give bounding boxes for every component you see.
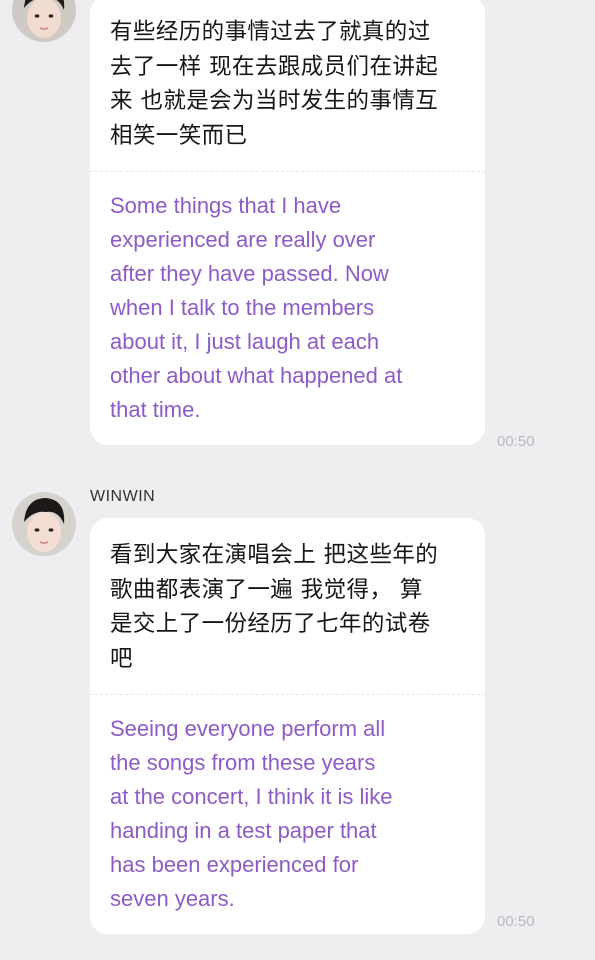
translation-text: Some things that I have experienced are …	[90, 172, 485, 445]
text-line: about it, I just laugh at each	[110, 329, 380, 354]
text-line: 歌曲都表演了一遍 我觉得， 算	[110, 576, 423, 603]
text-line: experienced are really over	[110, 227, 376, 252]
message-bubble[interactable]: 看到大家在演唱会上 把这些年的 歌曲都表演了一遍 我觉得， 算 是交上了一份经历…	[90, 518, 485, 934]
text-line: 吧	[110, 645, 133, 672]
text-line: 来 也就是会为当时发生的事情互	[110, 88, 439, 114]
avatar-photo-icon	[12, 0, 76, 42]
text-line: after they have passed. Now	[110, 261, 389, 286]
text-line: seven years.	[110, 886, 235, 911]
text-line: the songs from these years	[110, 750, 376, 775]
text-line: 看到大家在演唱会上 把这些年的	[110, 542, 439, 568]
text-line: Seeing everyone perform all	[110, 716, 386, 741]
message-bubble[interactable]: 有些经历的事情过去了就真的过 去了一样 现在去跟成员们在讲起 来 也就是会为当时…	[90, 0, 485, 445]
text-line: that time.	[110, 397, 201, 422]
timestamp: 00:50	[497, 913, 535, 930]
translation-text: Seeing everyone perform all the songs fr…	[90, 695, 485, 934]
text-line: handing in a test paper that	[110, 818, 377, 843]
original-text: 看到大家在演唱会上 把这些年的 歌曲都表演了一遍 我觉得， 算 是交上了一份经历…	[90, 518, 485, 694]
text-line: at the concert, I think it is like	[110, 784, 393, 809]
text-line: 去了一样 现在去跟成员们在讲起	[110, 53, 439, 80]
text-line: when I talk to the members	[110, 295, 375, 320]
text-line: 有些经历的事情过去了就真的过	[110, 19, 431, 45]
sender-name: WINWIN	[90, 488, 156, 505]
text-line: has been experienced for	[110, 852, 359, 877]
timestamp: 00:50	[497, 433, 535, 450]
text-line: Some things that I have	[110, 193, 342, 218]
text-line: other about what happened at	[110, 363, 403, 388]
text-line: 相笑一笑而已	[110, 122, 248, 149]
original-text: 有些经历的事情过去了就真的过 去了一样 现在去跟成员们在讲起 来 也就是会为当时…	[90, 0, 485, 171]
avatar[interactable]	[12, 0, 76, 42]
avatar-photo-icon	[12, 492, 76, 556]
text-line: 是交上了一份经历了七年的试卷	[110, 611, 431, 637]
avatar[interactable]	[12, 492, 76, 556]
